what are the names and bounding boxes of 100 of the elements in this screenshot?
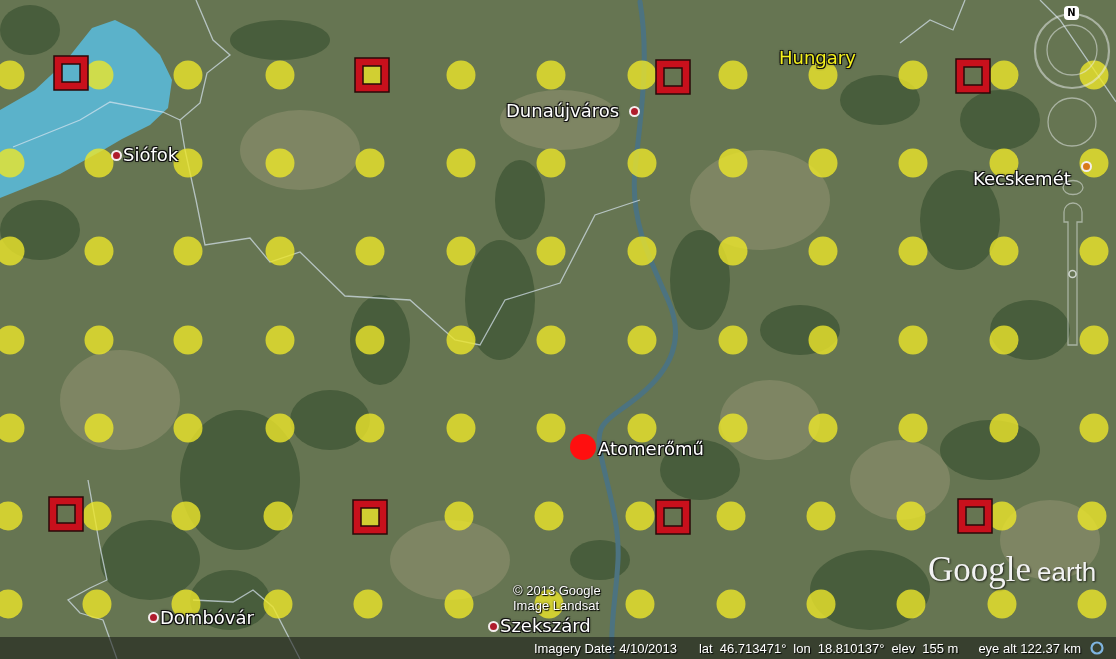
- circle-marker-icon: [82, 589, 112, 619]
- lon-value: 18.810137°: [817, 640, 885, 656]
- lat-label: lat: [698, 640, 713, 656]
- circle-marker-icon: [625, 501, 655, 531]
- circle-marker-icon: [265, 148, 295, 178]
- circle-marker-icon: [808, 325, 838, 355]
- square-marker-icon: [48, 496, 84, 532]
- logo-brand-text: Google: [928, 552, 1032, 588]
- circle-marker-icon: [989, 236, 1019, 266]
- circle-marker-icon: [446, 236, 476, 266]
- logo-product-text: earth: [1037, 558, 1097, 586]
- circle-marker-icon: [84, 148, 114, 178]
- circle-marker-icon: [718, 413, 748, 443]
- circle-marker-icon: [265, 413, 295, 443]
- circle-marker-icon: [446, 148, 476, 178]
- placemark-label: Atomerőmű: [598, 440, 705, 458]
- circle-marker-icon: [265, 60, 295, 90]
- circle-marker-icon: [1079, 325, 1109, 355]
- circle-marker-icon: [989, 413, 1019, 443]
- border-line: [899, 0, 966, 44]
- circle-marker-icon: [355, 148, 385, 178]
- circle-marker-icon: [625, 589, 655, 619]
- square-marker-icon: [957, 498, 993, 534]
- circle-marker-icon: [355, 413, 385, 443]
- eye-altitude-text: eye alt 122.37 km: [978, 640, 1081, 656]
- circle-marker-icon: [989, 60, 1019, 90]
- north-button[interactable]: N: [1064, 6, 1079, 20]
- circle-marker-icon: [263, 589, 293, 619]
- circle-marker-icon: [806, 589, 836, 619]
- circle-marker-icon: [808, 236, 838, 266]
- circle-marker-icon: [446, 60, 476, 90]
- circle-marker-icon: [898, 236, 928, 266]
- circle-marker-icon: [0, 501, 23, 531]
- square-marker-icon: [655, 499, 691, 535]
- circle-marker-icon: [171, 501, 201, 531]
- circle-marker-icon: [265, 236, 295, 266]
- circle-marker-icon: [898, 148, 928, 178]
- elev-label: elev: [891, 640, 916, 656]
- circle-marker-icon: [536, 236, 566, 266]
- circle-marker-icon: [0, 236, 25, 266]
- circle-marker-icon: [896, 589, 926, 619]
- circle-marker-icon: [898, 325, 928, 355]
- circle-marker-icon: [808, 148, 838, 178]
- square-marker-icon: [955, 58, 991, 94]
- look-control[interactable]: [1047, 97, 1097, 147]
- circle-marker-icon: [1079, 60, 1109, 90]
- square-marker-icon: [655, 59, 691, 95]
- circle-marker-icon: [898, 60, 928, 90]
- circle-marker-icon: [627, 148, 657, 178]
- circle-marker-icon: [898, 413, 928, 443]
- circle-marker-icon: [173, 413, 203, 443]
- circle-marker-icon: [82, 501, 112, 531]
- circle-marker-icon: [173, 60, 203, 90]
- circle-marker-icon: [627, 236, 657, 266]
- circle-marker-icon: [265, 325, 295, 355]
- circle-marker-icon: [627, 325, 657, 355]
- imagery-date-text: Imagery Date: 4/10/2013: [533, 640, 677, 656]
- circle-marker-icon: [353, 589, 383, 619]
- circle-marker-icon: [718, 148, 748, 178]
- place-label: Dunaújváros: [506, 102, 620, 120]
- circle-marker-icon: [1079, 236, 1109, 266]
- circle-marker-icon: [0, 325, 25, 355]
- circle-marker-icon: [536, 413, 566, 443]
- circle-marker-icon: [718, 60, 748, 90]
- circle-marker-icon: [0, 589, 23, 619]
- circle-marker-icon: [536, 148, 566, 178]
- square-marker-icon: [53, 55, 89, 91]
- circle-marker-icon: [1077, 589, 1107, 619]
- circle-marker-icon: [987, 589, 1017, 619]
- zoom-slider-thumb[interactable]: [1068, 269, 1077, 279]
- forest-area: [0, 5, 60, 55]
- circle-marker-icon: [446, 325, 476, 355]
- circle-marker-icon: [716, 501, 746, 531]
- circle-marker-icon: [0, 148, 25, 178]
- circle-marker-icon: [896, 501, 926, 531]
- circle-marker-icon: [1079, 413, 1109, 443]
- circle-marker-icon: [806, 501, 836, 531]
- lon-label: lon: [793, 640, 811, 656]
- place-label: Siófok: [123, 146, 179, 164]
- circle-marker-icon: [0, 413, 25, 443]
- elev-value: 155 m: [922, 640, 959, 656]
- forest-area: [570, 540, 630, 580]
- ring-icon: [1090, 641, 1104, 655]
- circle-marker-icon: [1079, 148, 1109, 178]
- circle-marker-icon: [627, 60, 657, 90]
- circle-marker-icon: [355, 325, 385, 355]
- place-label: Szekszárd: [500, 617, 591, 635]
- circle-marker-icon: [173, 325, 203, 355]
- zoom-slider[interactable]: [1063, 202, 1083, 346]
- place-label: Dombóvár: [160, 609, 254, 627]
- circle-marker-icon: [718, 325, 748, 355]
- circle-marker-icon: [716, 589, 746, 619]
- circle-marker-icon: [444, 501, 474, 531]
- circle-marker-icon: [84, 236, 114, 266]
- circle-marker-icon: [536, 325, 566, 355]
- circle-marker-icon: [84, 325, 114, 355]
- circle-marker-icon: [173, 236, 203, 266]
- circle-marker-icon: [0, 60, 25, 90]
- circle-marker-icon: [446, 413, 476, 443]
- circle-marker-icon: [263, 501, 293, 531]
